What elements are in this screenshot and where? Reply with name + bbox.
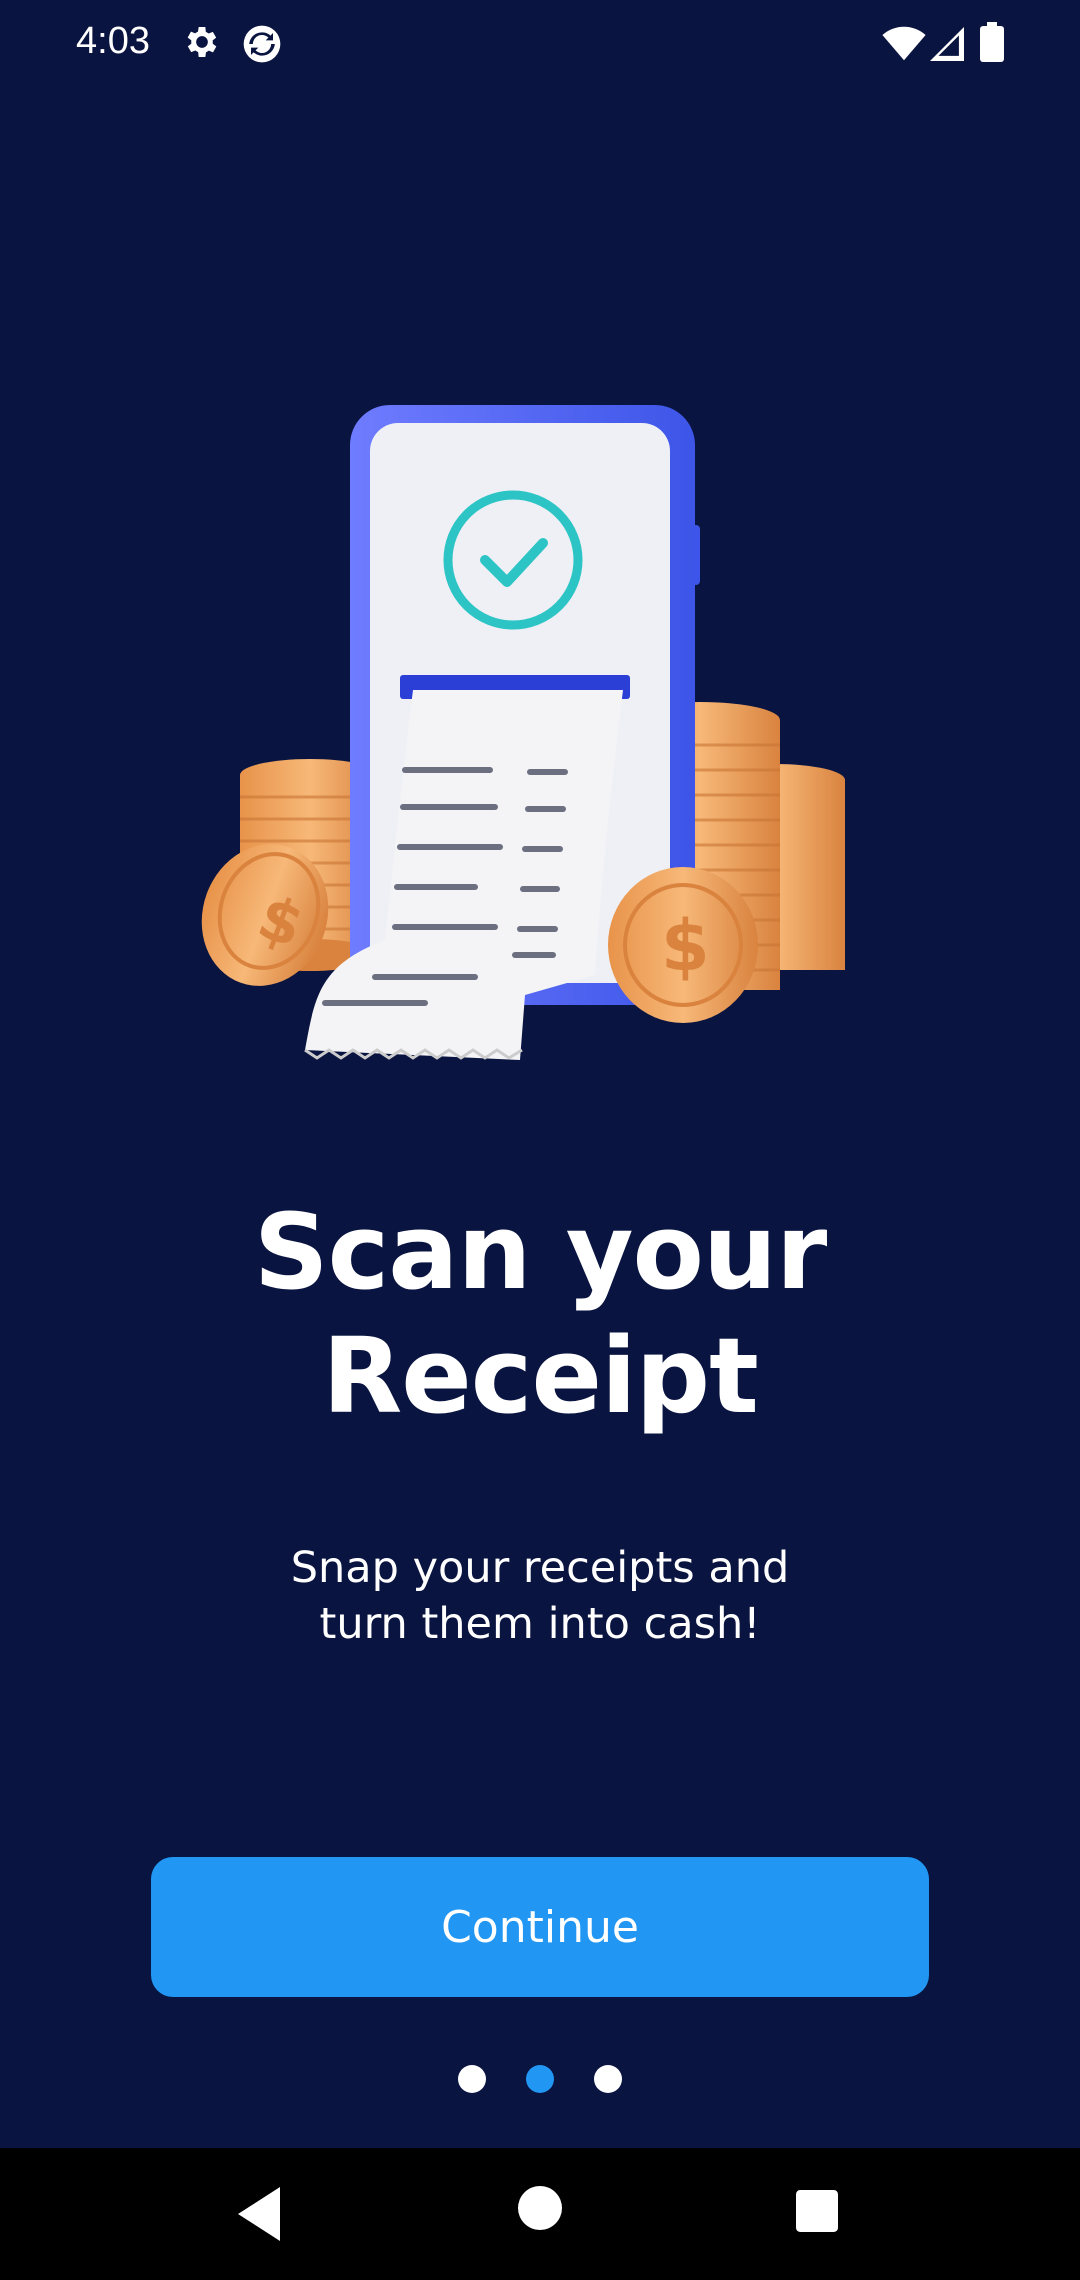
svg-text:$: $ [661,905,710,987]
home-icon[interactable] [518,2186,562,2235]
page-subtitle: Snap your receipts and turn them into ca… [0,1540,1080,1652]
recents-icon[interactable] [796,2190,838,2237]
continue-button[interactable]: Continue [151,1857,929,1997]
back-icon[interactable] [232,2184,286,2249]
navigation-bar [0,2148,1080,2280]
battery-icon [980,22,1004,67]
status-bar: 4:03 [0,0,1080,90]
title-line-2: Receipt [322,1315,759,1437]
page-dot-3[interactable] [594,2065,622,2093]
page-dot-1[interactable] [458,2065,486,2093]
sync-icon [240,22,284,71]
receipt-illustration: $ $ [195,395,885,1075]
status-time: 4:03 [76,20,150,62]
settings-icon [182,22,222,67]
wifi-icon [882,26,926,67]
page-dot-2[interactable] [526,2065,554,2093]
title-line-1: Scan your [253,1191,828,1313]
subtitle-line-2: turn them into cash! [319,1599,761,1649]
subtitle-line-1: Snap your receipts and [290,1543,790,1593]
page-title: Scan your Receipt [0,1190,1080,1438]
cell-signal-icon [930,26,964,67]
page-indicator [0,2065,1080,2093]
coin-right: $ [608,867,758,1023]
